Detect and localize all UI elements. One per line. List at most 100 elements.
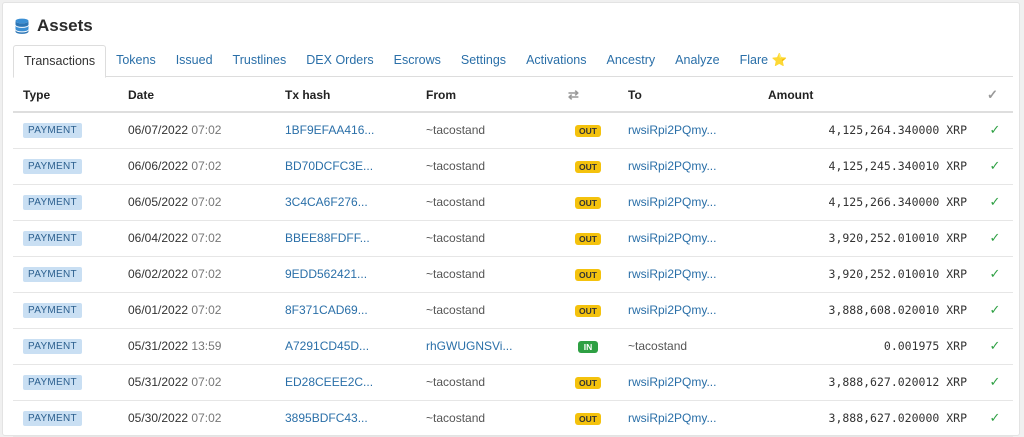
table-row[interactable]: PAYMENT 06/01/2022 07:02 8F371CAD69... ~tac…	[13, 292, 1013, 329]
amount-cell: 3,888,627.020012 XRP	[758, 364, 977, 401]
tx-hash-link[interactable]: A7291CD45D...	[285, 339, 369, 353]
from-account: ~tacostand	[426, 231, 486, 245]
tab-escrows[interactable]: Escrows	[384, 45, 451, 77]
direction-cell: IN	[558, 328, 618, 365]
tab-dex-orders[interactable]: DEX Orders	[296, 45, 383, 77]
tx-hash-link[interactable]: BBEE88FDFF...	[285, 231, 370, 245]
column-header-type[interactable]: Type	[13, 79, 118, 113]
tx-hash-cell: 8F371CAD69...	[275, 292, 416, 329]
column-header-direction: ⇄	[558, 79, 618, 113]
type-cell: PAYMENT	[13, 220, 118, 257]
table-row[interactable]: PAYMENT 06/02/2022 07:02 9EDD562421... ~tac…	[13, 256, 1013, 293]
from-cell: ~tacostand	[416, 220, 558, 257]
table-row[interactable]: PAYMENT 05/31/2022 07:02 ED28CEEE2C... ~tac…	[13, 364, 1013, 401]
database-stack-icon	[13, 17, 31, 35]
table-row[interactable]: PAYMENT 05/31/2022 13:59 A7291CD45D... rhGW…	[13, 328, 1013, 365]
tx-hash-cell: 1BF9EFAA416...	[275, 112, 416, 149]
from-account: ~tacostand	[426, 195, 486, 209]
date-cell: 06/04/2022 07:02	[118, 220, 275, 257]
tab-transactions[interactable]: Transactions	[13, 45, 107, 78]
table-row[interactable]: PAYMENT 05/30/2022 07:02 3895BDFC43... ~tac…	[13, 400, 1013, 437]
time-text: 07:02	[191, 267, 222, 281]
from-account: ~tacostand	[426, 159, 486, 173]
amount-value: 3,888,627.020012 XRP	[828, 375, 967, 389]
tx-hash-link[interactable]: 9EDD562421...	[285, 267, 367, 281]
date-text: 05/31/2022	[128, 375, 189, 389]
to-cell: rwsiRpi2PQmy...	[618, 292, 758, 329]
to-account[interactable]: rwsiRpi2PQmy...	[628, 123, 716, 137]
tx-hash-cell: 9EDD562421...	[275, 256, 416, 293]
tx-hash-link[interactable]: 3C4CA6F276...	[285, 195, 368, 209]
tx-hash-link[interactable]: ED28CEEE2C...	[285, 375, 373, 389]
amount-cell: 3,888,627.020000 XRP	[758, 400, 977, 437]
column-header-date[interactable]: Date	[118, 79, 275, 113]
from-account[interactable]: rhGWUGNSVi...	[426, 339, 512, 353]
tx-hash-cell: A7291CD45D...	[275, 328, 416, 365]
table-row[interactable]: PAYMENT 06/06/2022 07:02 BD70DCFC3E... ~tac…	[13, 148, 1013, 185]
column-header-tx-hash[interactable]: Tx hash	[275, 79, 416, 113]
direction-badge: OUT	[575, 233, 601, 245]
tx-hash-link[interactable]: BD70DCFC3E...	[285, 159, 373, 173]
direction-cell: OUT	[558, 292, 618, 329]
success-check-icon: ✓	[989, 230, 1001, 245]
tab-settings[interactable]: Settings	[451, 45, 516, 77]
type-cell: PAYMENT	[13, 112, 118, 149]
amount-cell: 3,920,252.010010 XRP	[758, 220, 977, 257]
from-cell: rhGWUGNSVi...	[416, 328, 558, 365]
page-title: Assets	[37, 16, 93, 35]
tab-analyze[interactable]: Analyze	[665, 45, 729, 77]
tx-hash-link[interactable]: 8F371CAD69...	[285, 303, 368, 317]
column-header-amount[interactable]: Amount	[758, 79, 977, 113]
to-account[interactable]: rwsiRpi2PQmy...	[628, 303, 716, 317]
date-cell: 05/30/2022 07:02	[118, 400, 275, 437]
column-header-to[interactable]: To	[618, 79, 758, 113]
amount-cell: 4,125,245.340010 XRP	[758, 148, 977, 185]
column-header-from[interactable]: From	[416, 79, 558, 113]
time-text: 07:02	[191, 123, 222, 138]
table-row[interactable]: PAYMENT 06/04/2022 07:02 BBEE88FDFF... ~tac…	[13, 220, 1013, 257]
date-text: 06/01/2022	[128, 303, 189, 317]
tab-flare[interactable]: Flare ⭐	[730, 45, 798, 77]
date-cell: 06/06/2022 07:02	[118, 148, 275, 185]
table-row[interactable]: PAYMENT 06/07/2022 07:02 1BF9EFAA416... ~ta…	[13, 112, 1013, 149]
amount-cell: 0.001975 XRP	[758, 328, 977, 365]
to-cell: rwsiRpi2PQmy...	[618, 184, 758, 221]
to-account[interactable]: rwsiRpi2PQmy...	[628, 375, 716, 389]
tab-ancestry[interactable]: Ancestry	[597, 45, 666, 77]
direction-cell: OUT	[558, 364, 618, 401]
from-account: ~tacostand	[426, 303, 486, 317]
date-text: 06/02/2022	[128, 267, 189, 281]
to-account[interactable]: rwsiRpi2PQmy...	[628, 159, 716, 173]
tab-trustlines[interactable]: Trustlines	[223, 45, 297, 77]
amount-value: 3,920,252.010010 XRP	[828, 231, 967, 245]
to-account[interactable]: rwsiRpi2PQmy...	[628, 231, 716, 245]
tx-hash-link[interactable]: 3895BDFC43...	[285, 411, 368, 425]
amount-cell: 4,125,266.340000 XRP	[758, 184, 977, 221]
to-account[interactable]: rwsiRpi2PQmy...	[628, 411, 716, 425]
to-cell: rwsiRpi2PQmy...	[618, 220, 758, 257]
to-account[interactable]: rwsiRpi2PQmy...	[628, 267, 716, 281]
tab-tokens[interactable]: Tokens	[106, 45, 166, 77]
time-text: 07:02	[191, 303, 222, 317]
status-cell: ✓	[977, 256, 1013, 293]
from-cell: ~tacostand	[416, 400, 558, 437]
tab-activations[interactable]: Activations	[516, 45, 596, 77]
amount-value: 3,920,252.010010 XRP	[828, 267, 967, 281]
tab-issued[interactable]: Issued	[166, 45, 223, 77]
amount-value: 3,888,608.020010 XRP	[828, 303, 967, 317]
date-text: 05/31/2022	[128, 339, 189, 353]
status-cell: ✓	[977, 328, 1013, 365]
type-cell: PAYMENT	[13, 400, 118, 437]
tx-hash-cell: BBEE88FDFF...	[275, 220, 416, 257]
status-cell: ✓	[977, 112, 1013, 149]
to-cell: rwsiRpi2PQmy...	[618, 256, 758, 293]
table-row[interactable]: PAYMENT 06/05/2022 07:02 3C4CA6F276... ~tac…	[13, 184, 1013, 221]
tx-hash-link[interactable]: 1BF9EFAA416...	[285, 123, 374, 137]
amount-value: 4,125,266.340000 XRP	[828, 195, 967, 209]
assets-header: Assets	[13, 15, 93, 37]
from-cell: ~tacostand	[416, 256, 558, 293]
time-text: 13:59	[191, 339, 222, 353]
tab-bar: Transactions Tokens Issued Trustlines DEX Or…	[13, 45, 1013, 78]
to-account[interactable]: rwsiRpi2PQmy...	[628, 195, 716, 209]
to-account: ~tacostand	[628, 339, 688, 353]
